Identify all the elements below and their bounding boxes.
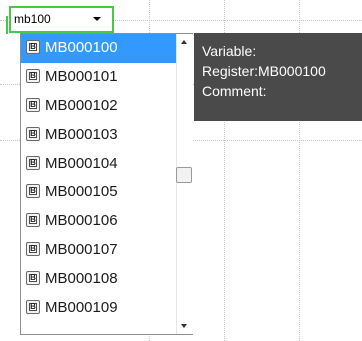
bit-register-icon-letter: B <box>30 186 36 196</box>
tooltip-comment: Comment: <box>202 83 267 99</box>
list-item-label: MB000109 <box>45 299 118 317</box>
variable-combo-box[interactable]: mb100 <box>9 6 114 33</box>
combo-input-value[interactable]: mb100 <box>14 12 51 26</box>
scroll-down-icon[interactable] <box>181 324 187 328</box>
bit-register-icon: B <box>26 97 40 112</box>
list-item-label: MB000107 <box>45 241 118 259</box>
bit-register-icon: B <box>26 213 40 228</box>
list-item[interactable]: B MB000100 <box>21 34 176 63</box>
list-item-label: MB000108 <box>45 270 118 288</box>
bit-register-icon: B <box>26 155 40 170</box>
bit-register-icon-letter: B <box>30 99 36 109</box>
register-list: B MB000100 B MB000101 B MB000102 B MB000103 B MB0… <box>21 34 176 323</box>
selection-edge <box>6 16 8 34</box>
list-item[interactable]: B MB000106 <box>21 207 176 236</box>
bit-register-icon-letter: B <box>30 128 36 138</box>
bit-register-icon-letter: B <box>30 302 36 312</box>
list-item-label: MB000100 <box>45 39 118 56</box>
list-item[interactable]: B MB000109 <box>21 294 176 323</box>
chevron-down-icon[interactable] <box>93 17 101 21</box>
bit-register-icon-letter: B <box>30 273 36 283</box>
bit-register-icon: B <box>26 126 40 141</box>
bit-register-icon-letter: B <box>30 70 36 80</box>
list-item[interactable]: B MB000103 <box>21 121 176 150</box>
list-item-label: MB000102 <box>45 96 118 114</box>
bit-register-icon: B <box>26 68 40 83</box>
tooltip-variable: Variable: <box>202 43 257 59</box>
register-tooltip: Variable: Register:MB000100 Comment: <box>194 33 362 121</box>
bit-register-icon: B <box>26 300 40 315</box>
vertical-scrollbar[interactable] <box>176 34 193 334</box>
bit-register-icon: B <box>26 271 40 286</box>
list-item-label: MB000104 <box>45 154 118 172</box>
bit-register-icon: B <box>26 40 40 54</box>
list-item[interactable]: B MB000101 <box>21 63 176 92</box>
list-item-label: MB000105 <box>45 183 118 201</box>
list-item-label: MB000103 <box>45 125 118 143</box>
list-item[interactable]: B MB000105 <box>21 178 176 207</box>
scrollbar-thumb[interactable] <box>176 167 192 183</box>
bit-register-icon: B <box>26 184 40 199</box>
bit-register-icon: B <box>26 242 40 257</box>
list-item[interactable]: B MB000102 <box>21 92 176 121</box>
bit-register-icon-letter: B <box>30 215 36 225</box>
list-item[interactable]: B MB000107 <box>21 236 176 265</box>
list-item-label: MB000101 <box>45 67 118 85</box>
list-item[interactable]: B MB000104 <box>21 150 176 179</box>
list-item-label: MB000106 <box>45 212 118 230</box>
register-dropdown-list[interactable]: B MB000100 B MB000101 B MB000102 B MB000103 B MB0… <box>20 33 193 335</box>
scroll-up-icon[interactable] <box>181 40 187 44</box>
tooltip-register: Register:MB000100 <box>202 63 326 79</box>
bit-register-icon-letter: B <box>30 244 36 254</box>
bit-register-icon-letter: B <box>30 42 36 51</box>
list-item[interactable]: B MB000108 <box>21 265 176 294</box>
bit-register-icon-letter: B <box>30 157 36 167</box>
